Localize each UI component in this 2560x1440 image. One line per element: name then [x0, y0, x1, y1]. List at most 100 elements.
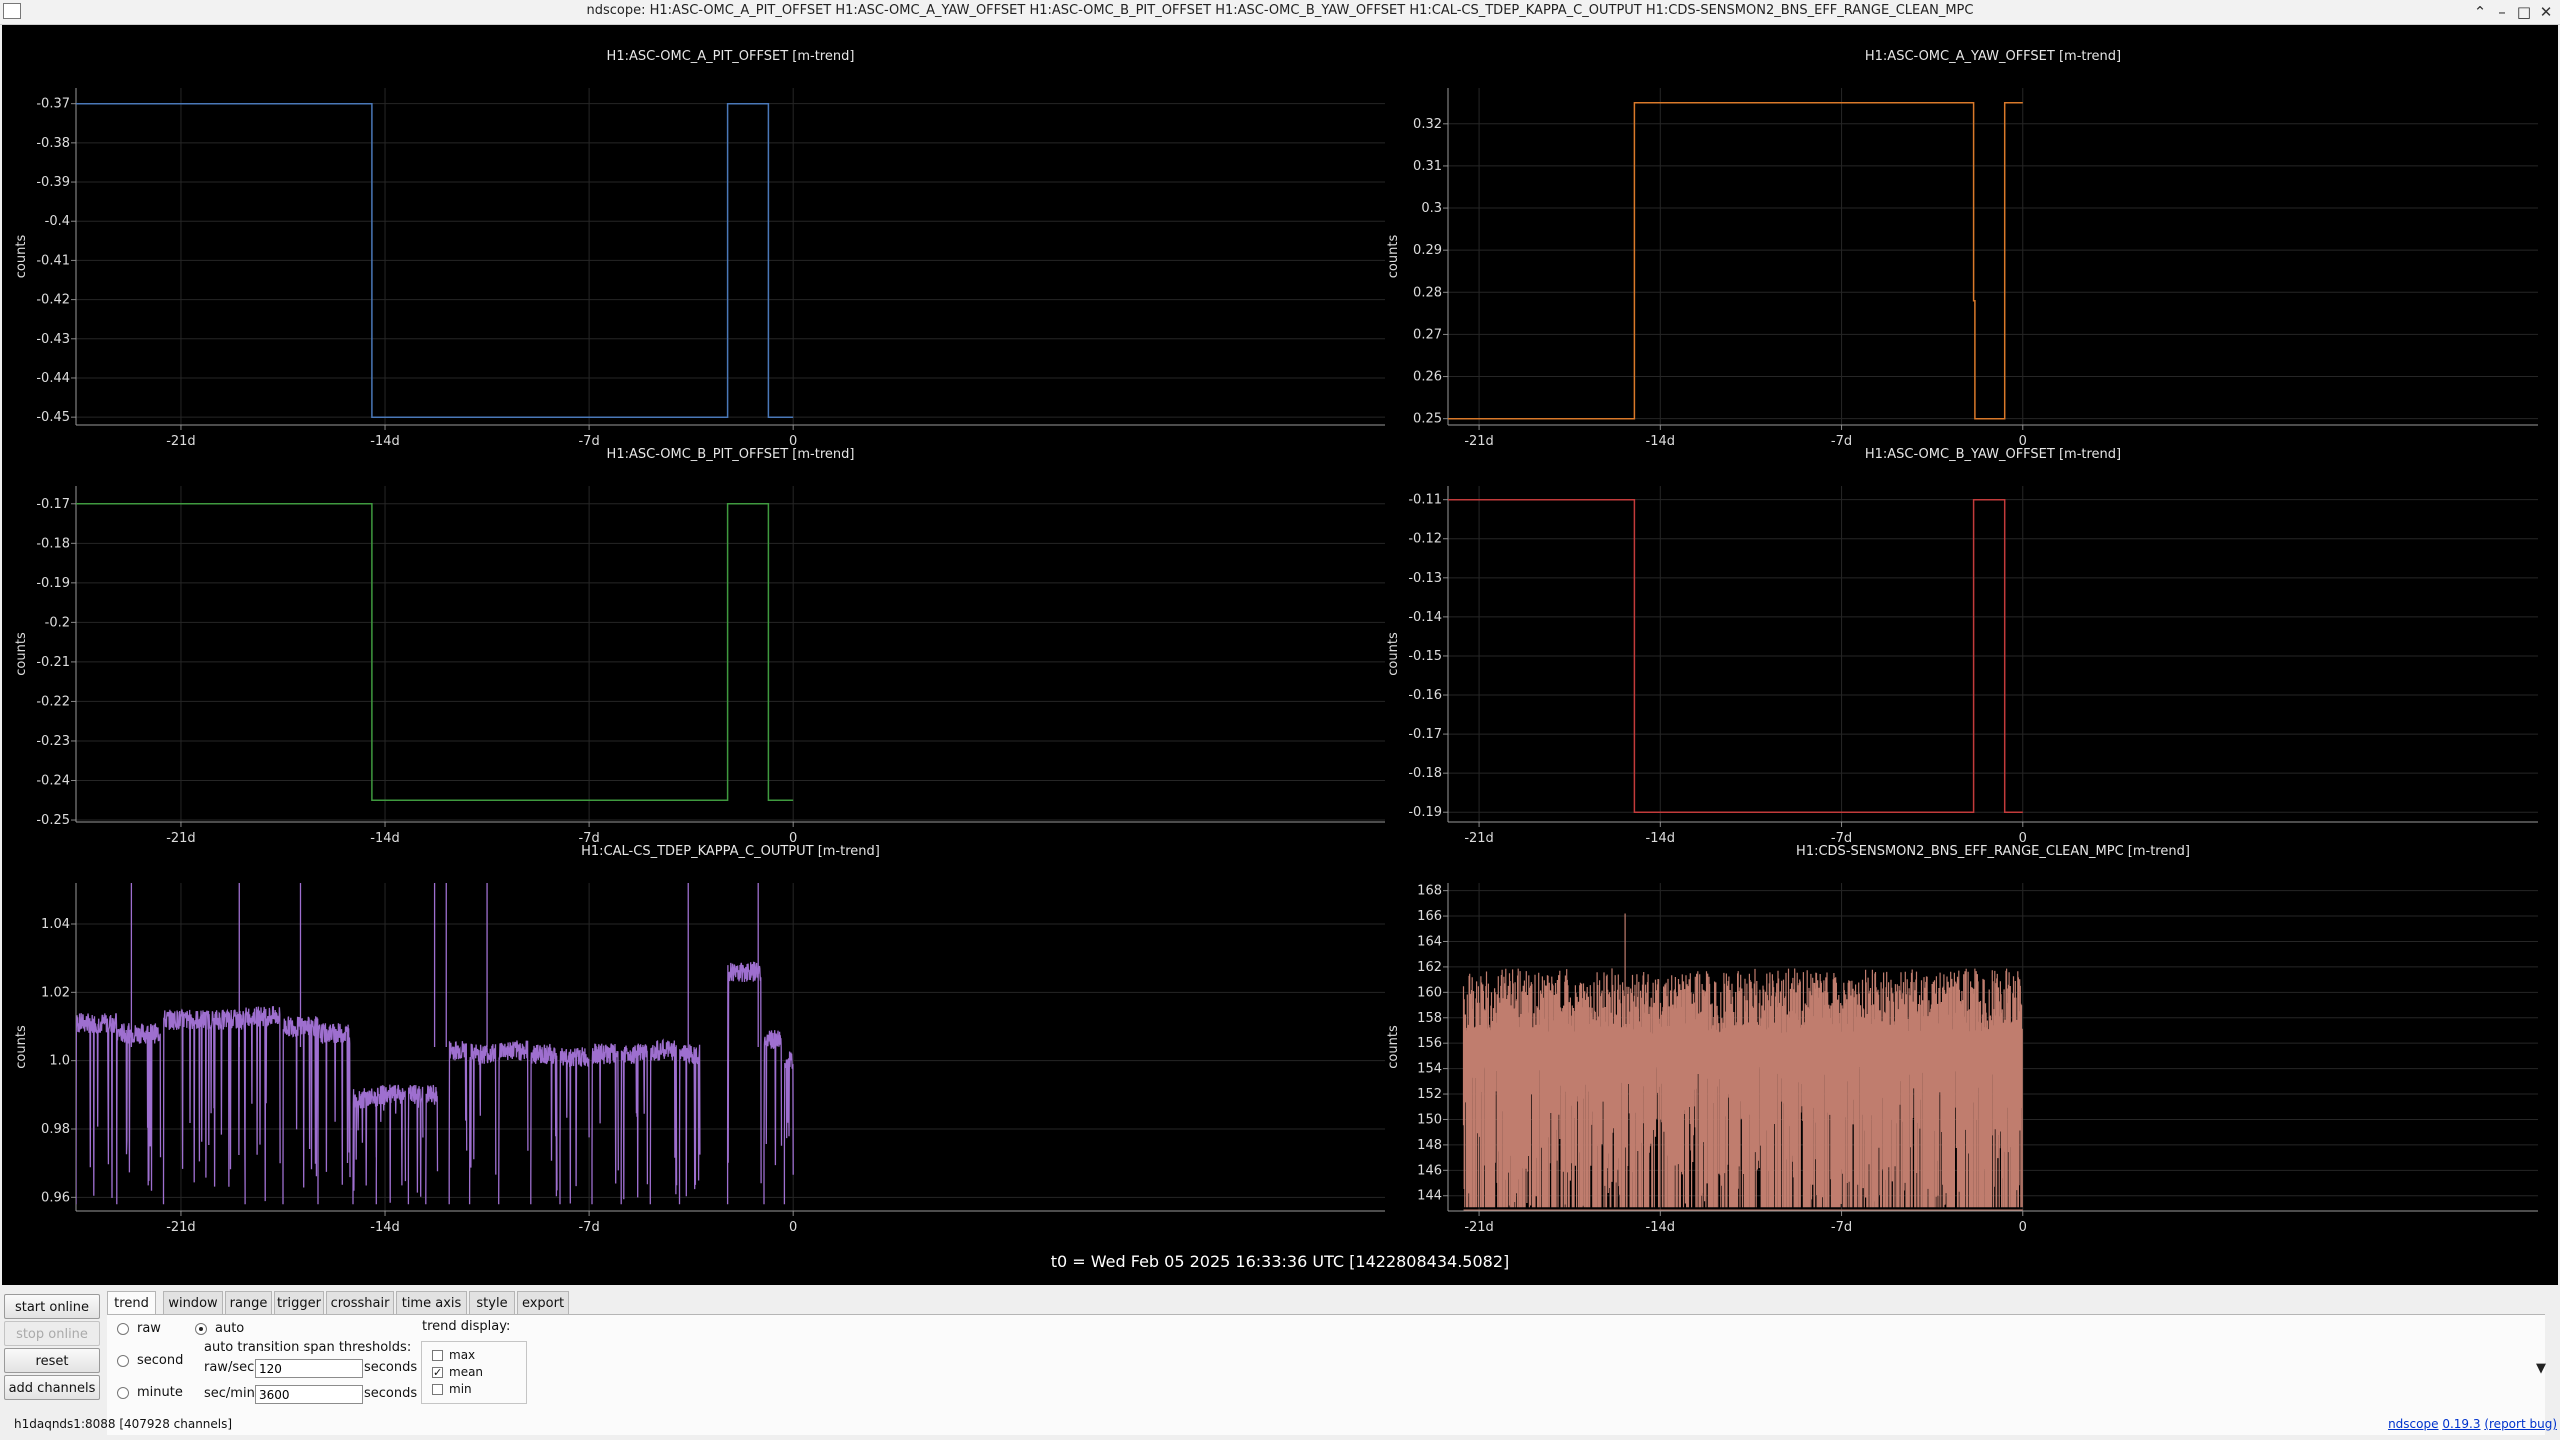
y-tick-label: -0.19	[1408, 805, 1442, 820]
tab-trigger[interactable]: trigger	[274, 1291, 324, 1315]
y-tick-label: 144	[1417, 1189, 1442, 1204]
second-radio[interactable]: second	[117, 1353, 183, 1368]
y-tick-label: -0.42	[36, 293, 70, 308]
y-tick-label: -0.2	[45, 615, 70, 630]
y-tick-label: -0.18	[36, 536, 70, 551]
y-axis-label: counts	[1386, 1025, 1401, 1069]
auto-label: auto	[215, 1321, 245, 1336]
maximize-button[interactable]: □	[2513, 1, 2535, 23]
min-label: min	[449, 1382, 472, 1396]
y-tick-label: -0.14	[1408, 610, 1442, 625]
y-tick-label: 0.96	[41, 1190, 70, 1205]
y-axis-label: counts	[14, 235, 29, 279]
control-panel: start online stop online reset add chann…	[0, 1285, 2560, 1440]
mean-checkbox[interactable]: ✓ mean	[432, 1365, 483, 1379]
y-tick-label: -0.44	[36, 371, 70, 386]
y-tick-label: -0.17	[1408, 727, 1442, 742]
max-checkbox[interactable]: max	[432, 1348, 475, 1362]
y-tick-label: 162	[1417, 960, 1442, 975]
tab-time-axis[interactable]: time axis	[396, 1291, 467, 1315]
ndscope-link[interactable]: ndscope	[2388, 1417, 2438, 1431]
x-tick-label: -21d	[166, 434, 196, 449]
sec-min-input[interactable]	[255, 1385, 363, 1404]
tab-export[interactable]: export	[517, 1291, 569, 1315]
y-tick-label: 156	[1417, 1036, 1442, 1051]
plot-title: H1:ASC-OMC_B_PIT_OFFSET [m-trend]	[607, 447, 855, 462]
y-tick-label: -0.41	[36, 253, 70, 268]
y-tick-label: -0.24	[36, 773, 70, 788]
add-channels-button[interactable]: add channels	[4, 1375, 100, 1400]
plot-title: H1:ASC-OMC_A_YAW_OFFSET [m-trend]	[1865, 49, 2121, 64]
series-line	[76, 503, 794, 802]
y-axis-label: counts	[14, 632, 29, 676]
y-tick-label: -0.12	[1408, 532, 1442, 547]
trend-display-group: max ✓ mean min	[421, 1341, 527, 1404]
y-tick-label: 166	[1417, 909, 1442, 924]
x-tick-label: -7d	[578, 1220, 599, 1235]
y-tick-label: -0.16	[1408, 688, 1442, 703]
version-link[interactable]: 0.19.3	[2442, 1417, 2480, 1431]
reset-button[interactable]: reset	[4, 1348, 100, 1373]
y-tick-label: 0.28	[1413, 285, 1442, 300]
version-info: ndscope 0.19.3 (report bug)	[2388, 1417, 2557, 1431]
raw-sec-input[interactable]	[255, 1359, 363, 1378]
y-tick-label: -0.22	[36, 694, 70, 709]
tab-window[interactable]: window	[163, 1291, 223, 1315]
minimize-button[interactable]: –	[2491, 1, 2513, 23]
second-label: second	[137, 1353, 184, 1368]
y-tick-label: 154	[1417, 1062, 1442, 1077]
raw-label: raw	[137, 1321, 161, 1336]
y-tick-label: -0.37	[36, 97, 70, 112]
tab-crosshair[interactable]: crosshair	[326, 1291, 394, 1315]
server-status: h1daqnds1:8088 [407928 channels]	[14, 1417, 233, 1431]
raw-sec-label: raw/sec:	[204, 1360, 259, 1375]
x-tick-label: -14d	[370, 1220, 400, 1235]
y-tick-label: -0.13	[1408, 571, 1442, 586]
y-tick-label: 0.98	[41, 1122, 70, 1137]
y-tick-label: 0.27	[1413, 327, 1442, 342]
raw-radio[interactable]: raw	[117, 1321, 161, 1336]
title-bar: ndscope: H1:ASC-OMC_A_PIT_OFFSET H1:ASC-…	[0, 0, 2560, 25]
tab-range[interactable]: range	[225, 1291, 272, 1315]
x-tick-label: -21d	[166, 1220, 196, 1235]
y-tick-label: 148	[1417, 1138, 1442, 1153]
y-tick-label: -0.11	[1408, 493, 1442, 508]
y-axis-label: counts	[1386, 632, 1401, 676]
restore-up-icon[interactable]: ⌃	[2469, 1, 2491, 23]
trend-display-label: trend display:	[422, 1319, 511, 1334]
sec-min-unit: seconds	[364, 1386, 418, 1401]
y-tick-label: -0.39	[36, 175, 70, 190]
plot-title: H1:ASC-OMC_A_PIT_OFFSET [m-trend]	[607, 49, 855, 64]
x-tick-label: -14d	[1646, 434, 1676, 449]
start-online-button[interactable]: start online	[4, 1294, 100, 1319]
plot-title: H1:ASC-OMC_B_YAW_OFFSET [m-trend]	[1865, 447, 2121, 462]
auto-radio[interactable]: auto	[195, 1321, 244, 1336]
y-tick-label: 0.29	[1413, 243, 1442, 258]
y-tick-label: -0.21	[36, 655, 70, 670]
stop-online-button[interactable]: stop online	[4, 1321, 100, 1346]
min-checkbox[interactable]: min	[432, 1382, 472, 1396]
raw-sec-unit: seconds	[364, 1360, 418, 1375]
minute-radio[interactable]: minute	[117, 1385, 183, 1400]
close-button[interactable]: ✕	[2535, 1, 2557, 23]
series-line	[1462, 913, 2023, 1208]
x-tick-label: -7d	[1831, 434, 1852, 449]
y-tick-label: -0.23	[36, 734, 70, 749]
y-tick-label: 0.25	[1413, 412, 1442, 427]
x-tick-label: -21d	[1464, 1220, 1494, 1235]
plots-canvas[interactable]: -21d -14d -7d 0 -0.37 -0.38 -0.39 -0.4 -0.41 -0.4…	[2, 25, 2558, 1245]
max-label: max	[449, 1348, 476, 1362]
report-bug-link[interactable]: (report bug)	[2484, 1417, 2557, 1431]
mean-label: mean	[449, 1365, 484, 1379]
collapse-panel-icon[interactable]: ▼	[2536, 1361, 2546, 1376]
y-tick-label: -0.17	[36, 497, 70, 512]
plot-area[interactable]: -21d -14d -7d 0 -0.37 -0.38 -0.39 -0.4 -0.41 -0.4…	[2, 25, 2558, 1285]
y-tick-label: 1.04	[41, 917, 70, 932]
y-tick-label: -0.18	[1408, 766, 1442, 781]
y-tick-label: 1.0	[49, 1054, 70, 1069]
x-tick-label: 0	[789, 1220, 797, 1235]
tab-style[interactable]: style	[469, 1291, 515, 1315]
y-axis-label: counts	[14, 1025, 29, 1069]
t0-label: t0 = Wed Feb 05 2025 16:33:36 UTC [14228…	[1050, 1252, 1510, 1271]
tab-trend[interactable]: trend	[107, 1291, 156, 1316]
